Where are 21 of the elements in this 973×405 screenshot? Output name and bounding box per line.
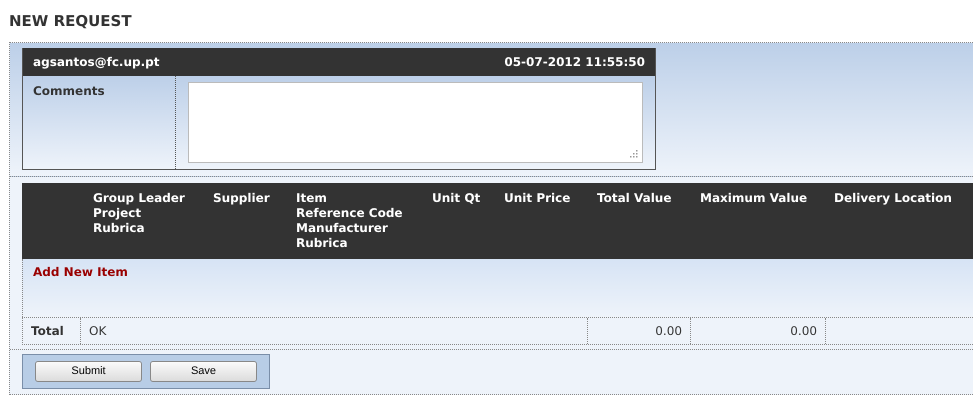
comments-field[interactable] bbox=[188, 82, 643, 163]
column-header: Group Leader Project Rubrica bbox=[93, 191, 186, 237]
resize-grip-icon[interactable] bbox=[630, 150, 638, 158]
column-header: Maximum Value bbox=[700, 191, 808, 207]
user-email: agsantos@fc.up.pt bbox=[33, 54, 160, 71]
column-header: Item Reference Code Manufacturer Rubrica bbox=[296, 191, 404, 252]
action-button[interactable]: Save bbox=[150, 361, 257, 382]
status-cell: OK bbox=[81, 318, 588, 344]
comments-label: Comments bbox=[33, 84, 105, 98]
total-value-cell: 0.00 bbox=[588, 318, 691, 344]
total-label: Total bbox=[23, 318, 81, 344]
action-button[interactable]: Submit bbox=[35, 361, 142, 382]
page-title: NEW REQUEST bbox=[9, 11, 133, 32]
maximum-value-cell: 0.00 bbox=[691, 318, 826, 344]
column-header: Supplier bbox=[213, 191, 271, 207]
request-datetime: 05-07-2012 11:55:50 bbox=[504, 54, 645, 71]
column-header: Total Value bbox=[597, 191, 672, 207]
column-header: Unit Price bbox=[504, 191, 572, 207]
column-header: Delivery Location bbox=[834, 191, 953, 207]
add-item-link[interactable]: Add New Item bbox=[33, 265, 128, 279]
column-header: Unit Qt bbox=[432, 191, 482, 207]
